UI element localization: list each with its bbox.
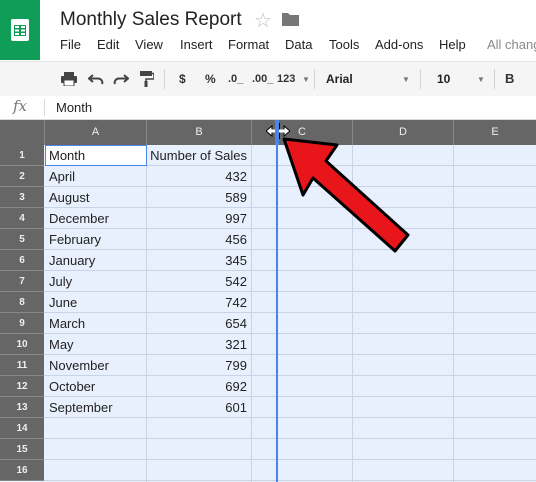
- menu-view[interactable]: View: [135, 37, 163, 52]
- fx-icon: fx: [13, 97, 28, 115]
- cell-month[interactable]: June: [49, 292, 77, 313]
- cell-month[interactable]: September: [49, 397, 113, 418]
- cell-sales[interactable]: 321: [147, 334, 247, 355]
- row-header[interactable]: 11: [0, 355, 44, 376]
- chevron-down-icon: ▼: [402, 75, 410, 84]
- font-size-dropdown[interactable]: 10 ▼: [437, 68, 487, 90]
- menu-format[interactable]: Format: [228, 37, 269, 52]
- cell-month[interactable]: March: [49, 313, 85, 334]
- spreadsheet-grid[interactable]: A B C D E 1 2 3 4 5 6 7 8 9 10 11 12 13 …: [0, 120, 536, 482]
- row-header[interactable]: 6: [0, 250, 44, 271]
- menu-edit[interactable]: Edit: [97, 37, 119, 52]
- cell-month[interactable]: July: [49, 271, 72, 292]
- cell-month[interactable]: May: [49, 334, 74, 355]
- toolbar: $ % .0_ .00_ 123 ▼ Arial ▼ 10 ▼ B: [0, 61, 536, 97]
- menu-addons[interactable]: Add-ons: [375, 37, 423, 52]
- cell-month[interactable]: January: [49, 250, 95, 271]
- cell-sales[interactable]: 601: [147, 397, 247, 418]
- cell-month[interactable]: April: [49, 166, 75, 187]
- formula-input[interactable]: Month: [56, 100, 92, 115]
- cell-a1[interactable]: Month: [49, 145, 85, 166]
- row-header[interactable]: 2: [0, 166, 44, 187]
- row-header[interactable]: 1: [0, 145, 44, 166]
- percent-format-button[interactable]: %: [205, 62, 216, 96]
- row-header[interactable]: 4: [0, 208, 44, 229]
- column-header-a[interactable]: A: [45, 120, 147, 145]
- cell-month[interactable]: November: [49, 355, 109, 376]
- cell-month[interactable]: August: [49, 187, 89, 208]
- redo-icon[interactable]: [113, 62, 130, 96]
- menu-file[interactable]: File: [60, 37, 81, 52]
- menu-insert[interactable]: Insert: [180, 37, 213, 52]
- undo-icon[interactable]: [87, 62, 104, 96]
- increase-decimal-button[interactable]: .00_: [252, 62, 273, 96]
- bold-button[interactable]: B: [505, 62, 514, 96]
- row-header[interactable]: 8: [0, 292, 44, 313]
- column-header-e[interactable]: E: [454, 120, 536, 145]
- row-header[interactable]: 13: [0, 397, 44, 418]
- row-header[interactable]: 5: [0, 229, 44, 250]
- document-title[interactable]: Monthly Sales Report: [60, 9, 242, 31]
- row-header[interactable]: 9: [0, 313, 44, 334]
- cell-sales[interactable]: 589: [147, 187, 247, 208]
- row-header[interactable]: 15: [0, 439, 44, 460]
- cell-sales[interactable]: 997: [147, 208, 247, 229]
- red-arrow-annotation: [282, 137, 410, 253]
- folder-icon[interactable]: [282, 12, 299, 31]
- chevron-down-icon: ▼: [477, 75, 485, 84]
- menu-help[interactable]: Help: [439, 37, 466, 52]
- print-icon[interactable]: [61, 62, 77, 96]
- menu-tools[interactable]: Tools: [329, 37, 359, 52]
- cell-sales[interactable]: 345: [147, 250, 247, 271]
- paint-format-icon[interactable]: [140, 62, 155, 96]
- save-status[interactable]: All chang: [487, 37, 536, 52]
- row-header[interactable]: 3: [0, 187, 44, 208]
- cell-sales[interactable]: 799: [147, 355, 247, 376]
- cell-sales[interactable]: 654: [147, 313, 247, 334]
- cell-b1[interactable]: Number of Sales: [147, 145, 247, 166]
- star-icon[interactable]: ☆: [254, 8, 272, 33]
- cell-sales[interactable]: 692: [147, 376, 247, 397]
- row-header[interactable]: 14: [0, 418, 44, 439]
- cell-sales[interactable]: 542: [147, 271, 247, 292]
- menu-data[interactable]: Data: [285, 37, 312, 52]
- row-header[interactable]: 12: [0, 376, 44, 397]
- decrease-decimal-button[interactable]: .0_: [228, 62, 243, 96]
- cell-month[interactable]: December: [49, 208, 109, 229]
- currency-format-button[interactable]: $: [179, 62, 186, 96]
- more-formats-button[interactable]: 123: [277, 62, 295, 96]
- cell-month[interactable]: October: [49, 376, 95, 397]
- select-all-corner[interactable]: [0, 120, 45, 145]
- column-header-b[interactable]: B: [147, 120, 252, 145]
- cell-month[interactable]: February: [49, 229, 101, 250]
- formula-bar: fx Month: [0, 96, 536, 120]
- more-formats-caret-icon: ▼: [302, 75, 310, 84]
- row-header[interactable]: 16: [0, 460, 44, 481]
- cell-sales[interactable]: 456: [147, 229, 247, 250]
- font-family-dropdown[interactable]: Arial ▼: [326, 68, 414, 90]
- row-header[interactable]: 10: [0, 334, 44, 355]
- row-header[interactable]: 7: [0, 271, 44, 292]
- cell-sales[interactable]: 742: [147, 292, 247, 313]
- cell-sales[interactable]: 432: [147, 166, 247, 187]
- sheets-logo-icon[interactable]: [0, 0, 40, 60]
